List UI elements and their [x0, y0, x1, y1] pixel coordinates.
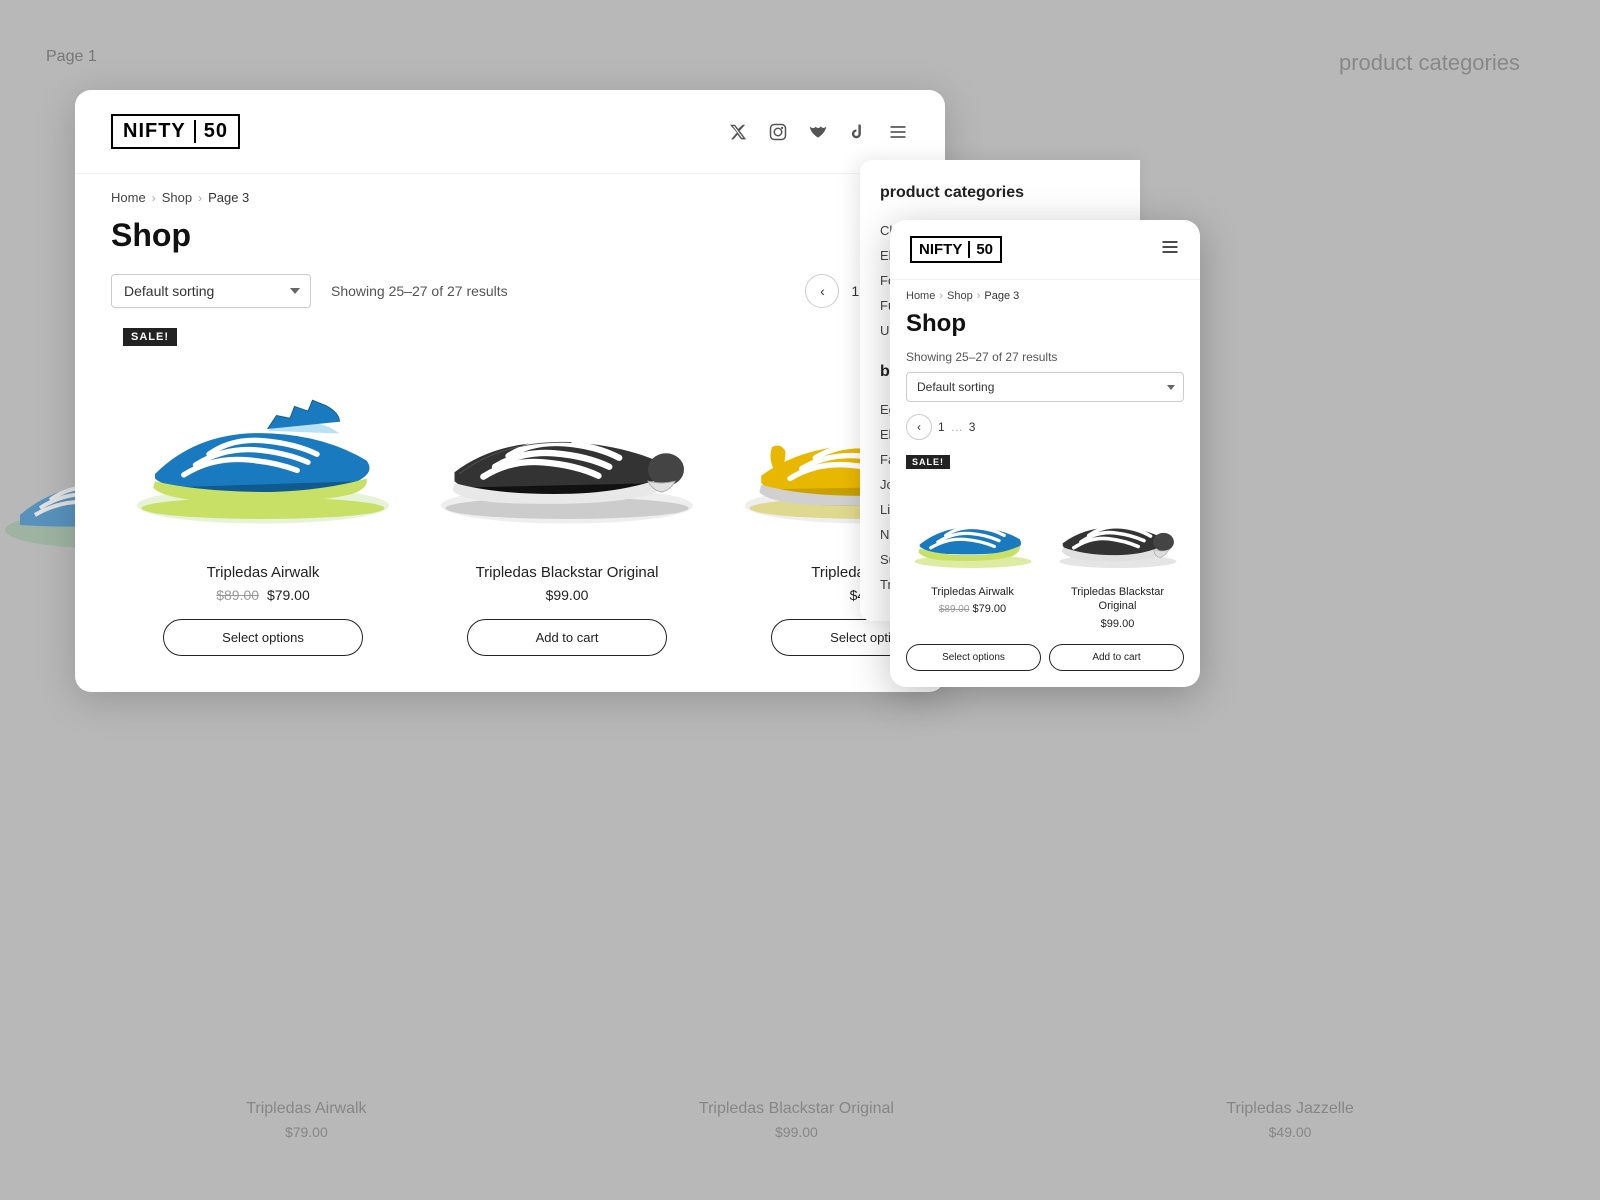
mobile-header: NIFTY 50 [890, 220, 1200, 280]
mobile-product-2-price-val: $99.00 [1101, 618, 1135, 630]
instagram-icon[interactable] [767, 121, 789, 143]
desktop-modal: NIFTY 50 Home › Shop › Page 3 [75, 90, 945, 692]
mobile-bc-sep2: › [977, 290, 981, 302]
mobile-page-3[interactable]: 3 [969, 420, 976, 434]
mobile-logo: NIFTY 50 [910, 236, 1002, 263]
mobile-product-airwalk: Tripledas Airwalk $89.00 $79.00 [906, 477, 1039, 640]
mobile-breadcrumb-current: Page 3 [984, 290, 1019, 302]
breadcrumb-current: Page 3 [208, 190, 249, 205]
mobile-logo-nifty: NIFTY [919, 241, 970, 258]
product-1-price: $89.00 $79.00 [123, 587, 403, 603]
bg-product-2-price: $99.00 [699, 1124, 894, 1140]
mobile-sort-select[interactable]: Default sorting Sort by popularity Sort … [906, 372, 1184, 402]
product-2-add-btn[interactable]: Add to cart [467, 619, 667, 656]
mobile-product-image-blackstar [1051, 477, 1184, 577]
sidebar-title: product categories [880, 184, 1120, 202]
desktop-logo: NIFTY 50 [111, 114, 240, 149]
mobile-breadcrumb-home[interactable]: Home [906, 290, 935, 302]
product-2-price: $99.00 [427, 587, 707, 603]
breadcrumb-shop[interactable]: Shop [162, 190, 192, 205]
mobile-btn-row: Select options Add to cart [906, 644, 1184, 671]
product-1-original-price: $89.00 [216, 587, 259, 603]
mobile-page-1[interactable]: 1 [938, 420, 945, 434]
mobile-product-1-original: $89.00 [939, 604, 970, 615]
sale-badge-1: SALE! [123, 328, 177, 346]
desktop-toolbar: Default sorting Sort by popularity Sort … [75, 274, 945, 328]
mobile-product-image-airwalk [906, 477, 1039, 577]
mobile-product-1-price: $89.00 $79.00 [906, 603, 1039, 615]
mobile-product-2-name: Tripledas Blackstar Original [1051, 585, 1184, 614]
results-text: Showing 25–27 of 27 results [331, 283, 508, 299]
mobile-prev-btn[interactable]: ‹ [906, 414, 932, 440]
mobile-page-dots: … [951, 420, 963, 434]
youtube-icon[interactable] [807, 121, 829, 143]
header-icons [727, 121, 909, 143]
menu-icon[interactable] [887, 121, 909, 143]
product-1-select-btn[interactable]: Select options [163, 619, 363, 656]
desktop-product-grid: SALE! Tripledas Air [75, 328, 945, 692]
breadcrumb-sep-1: › [152, 191, 156, 205]
prev-page-btn[interactable]: ‹ [805, 274, 839, 308]
mobile-modal: NIFTY 50 Home › Shop › Page 3 Shop Showi… [890, 220, 1200, 687]
mobile-menu-icon[interactable] [1160, 237, 1180, 262]
bg-top-right-text: product categories [1339, 50, 1520, 76]
desktop-breadcrumb: Home › Shop › Page 3 [75, 174, 945, 205]
product-2-sale-price: $99.00 [546, 587, 589, 603]
bg-page-indicator: Page 1 [46, 48, 97, 66]
tiktok-icon[interactable] [847, 121, 869, 143]
mobile-pagination: ‹ 1 … 3 [890, 414, 1200, 452]
logo-50: 50 [196, 120, 228, 143]
product-card-airwalk: SALE! Tripledas Air [111, 328, 415, 656]
bg-product-3-price: $49.00 [1226, 1124, 1353, 1140]
product-1-name: Tripledas Airwalk [123, 564, 403, 581]
mobile-product-1-sale: $79.00 [973, 603, 1007, 615]
mobile-sale-badge: SALE! [906, 455, 950, 469]
mobile-product-1-name: Tripledas Airwalk [906, 585, 1039, 599]
mobile-product-row: Tripledas Airwalk $89.00 $79.00 [906, 477, 1184, 640]
mobile-logo-50: 50 [970, 241, 993, 258]
bg-product-1-price: $79.00 [246, 1124, 366, 1140]
product-image-airwalk [123, 328, 403, 548]
mobile-breadcrumb: Home › Shop › Page 3 [890, 280, 1200, 302]
breadcrumb-sep-2: › [198, 191, 202, 205]
desktop-page-title: Shop [75, 205, 945, 274]
bg-product-2-name: Tripledas Blackstar Original [699, 1100, 894, 1118]
mobile-products: SALE! Tripledas Airwalk $89.00 [890, 452, 1200, 687]
mobile-breadcrumb-shop[interactable]: Shop [947, 290, 973, 302]
product-card-blackstar: Tripledas Blackstar Original $99.00 Add … [415, 328, 719, 656]
product-image-blackstar [427, 328, 707, 548]
bg-product-3-name: Tripledas Jazzelle [1226, 1100, 1353, 1118]
logo-nifty: NIFTY [123, 120, 196, 143]
mobile-bc-sep1: › [939, 290, 943, 302]
product-1-sale-price: $79.00 [267, 587, 310, 603]
mobile-add-to-cart-btn[interactable]: Add to cart [1049, 644, 1184, 671]
desktop-header: NIFTY 50 [75, 90, 945, 174]
mobile-page-title: Shop [890, 302, 1200, 350]
mobile-product-2-price: $99.00 [1051, 618, 1184, 630]
product-2-name: Tripledas Blackstar Original [427, 564, 707, 581]
mobile-results-text: Showing 25–27 of 27 results [890, 350, 1200, 372]
mobile-product-blackstar: Tripledas Blackstar Original $99.00 [1051, 477, 1184, 640]
sort-select[interactable]: Default sorting Sort by popularity Sort … [111, 274, 311, 308]
bg-product-1-name: Tripledas Airwalk [246, 1100, 366, 1118]
twitter-icon[interactable] [727, 121, 749, 143]
breadcrumb-home[interactable]: Home [111, 190, 146, 205]
bg-bottom-products: Tripledas Airwalk $79.00 Tripledas Black… [0, 1100, 1600, 1140]
mobile-select-options-btn[interactable]: Select options [906, 644, 1041, 671]
